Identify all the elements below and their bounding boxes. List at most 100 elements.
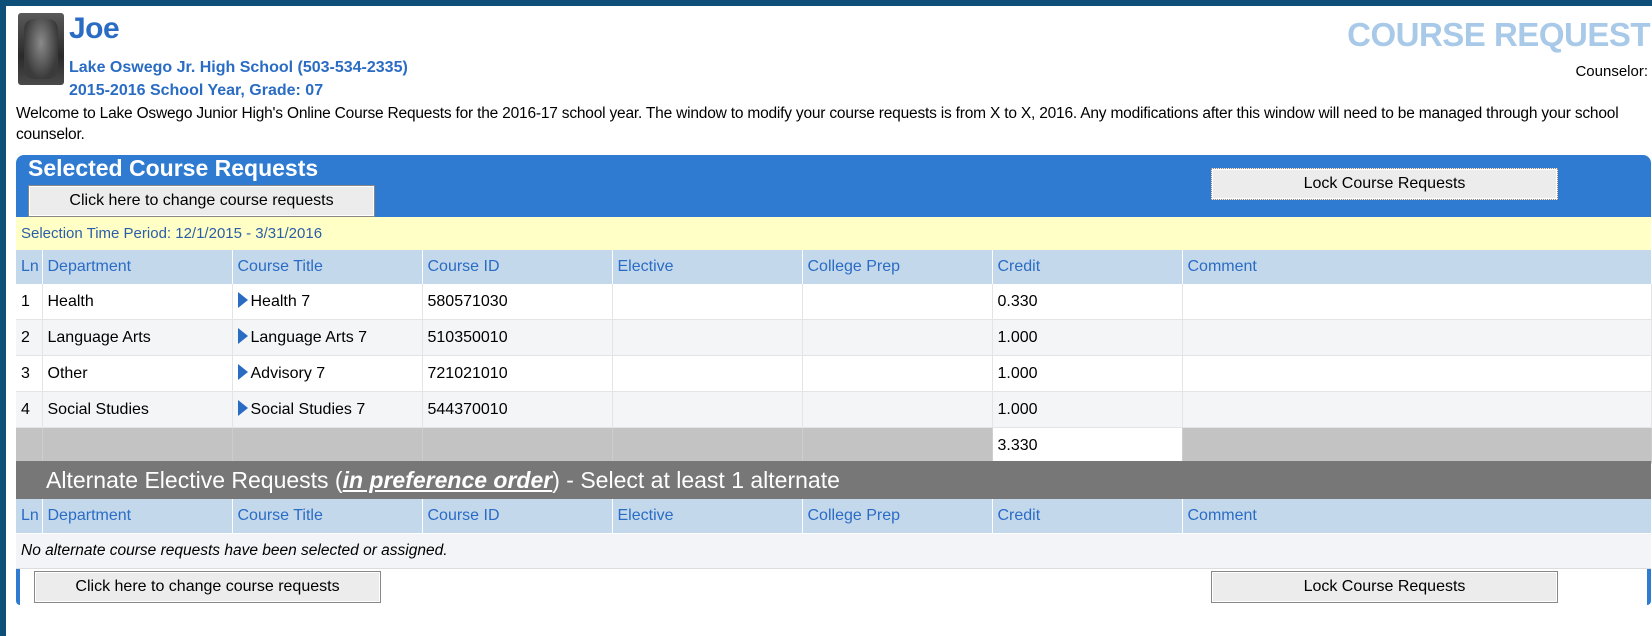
cell-credit: 1.000 — [992, 391, 1183, 428]
panel-header: Selected Course Requests Click here to c… — [16, 155, 1651, 217]
student-name: Joe — [69, 12, 120, 45]
table-row: 2 Language Arts Language Arts 7 51035001… — [16, 319, 1652, 356]
total-cell-empty — [42, 427, 233, 464]
expand-arrow-icon[interactable] — [237, 400, 248, 416]
page-frame: Joe Lake Oswego Jr. High School (503-534… — [6, 6, 1652, 636]
cell-college-prep — [802, 355, 993, 392]
cell-course-title[interactable]: Advisory 7 — [232, 355, 423, 392]
col-header-college-prep[interactable]: College Prep — [802, 499, 993, 533]
total-cell-empty — [1182, 427, 1652, 464]
col-header-ln[interactable]: Ln — [16, 250, 43, 284]
cell-ln: 3 — [16, 355, 43, 392]
total-cell-empty — [422, 427, 613, 464]
cell-course-id: 544370010 — [422, 391, 613, 428]
total-cell-empty — [16, 427, 43, 464]
lock-course-requests-button-bottom[interactable]: Lock Course Requests — [1211, 571, 1558, 603]
cell-elective — [612, 391, 803, 428]
empty-message-text: No alternate course requests have been s… — [21, 542, 448, 559]
student-photo — [18, 13, 64, 85]
lock-course-requests-button[interactable]: Lock Course Requests — [1211, 168, 1558, 200]
cell-department: Health — [42, 284, 233, 320]
cell-college-prep — [802, 284, 993, 320]
course-title-text[interactable]: Language Arts 7 — [251, 329, 368, 346]
cell-department: Language Arts — [42, 319, 233, 356]
panel-title: Selected Course Requests — [28, 155, 319, 181]
cell-elective — [612, 355, 803, 392]
change-course-requests-button[interactable]: Click here to change course requests — [28, 185, 375, 217]
table-row: 1 Health Health 7 580571030 0.330 — [16, 284, 1652, 320]
cell-course-title[interactable]: Social Studies 7 — [232, 391, 423, 428]
cell-credit: 1.000 — [992, 355, 1183, 392]
page-title: COURSE REQUEST — [1347, 16, 1650, 53]
panel-edge-left — [16, 569, 20, 605]
expand-arrow-icon[interactable] — [237, 364, 248, 380]
total-cell-empty — [232, 427, 423, 464]
cell-ln: 4 — [16, 391, 43, 428]
expand-arrow-icon[interactable] — [237, 292, 248, 308]
col-header-course-id[interactable]: Course ID — [422, 499, 613, 533]
cell-elective — [612, 284, 803, 320]
selection-period-bar: Selection Time Period: 12/1/2015 - 3/31/… — [16, 217, 1651, 251]
col-header-elective[interactable]: Elective — [612, 499, 803, 533]
expand-arrow-icon[interactable] — [237, 328, 248, 344]
school-year-grade: 2015-2016 School Year, Grade: 07 — [69, 82, 324, 99]
course-title-text[interactable]: Health 7 — [251, 293, 311, 310]
cell-course-title[interactable]: Language Arts 7 — [232, 319, 423, 356]
col-header-course-title[interactable]: Course Title — [232, 499, 423, 533]
selected-course-requests-panel: Selected Course Requests Click here to c… — [16, 155, 1652, 636]
course-title-text[interactable]: Advisory 7 — [251, 365, 326, 382]
cell-college-prep — [802, 319, 993, 356]
student-photo-silhouette — [24, 19, 58, 79]
school-info: Lake Oswego Jr. High School (503-534-233… — [69, 59, 408, 76]
col-header-comment[interactable]: Comment — [1182, 499, 1652, 533]
col-header-course-id[interactable]: Course ID — [422, 250, 613, 284]
change-course-requests-button-bottom[interactable]: Click here to change course requests — [34, 571, 381, 603]
cell-department: Other — [42, 355, 233, 392]
table-row: 3 Other Advisory 7 721021010 1.000 — [16, 355, 1652, 392]
col-header-department[interactable]: Department — [42, 250, 233, 284]
col-header-ln[interactable]: Ln — [16, 499, 43, 533]
total-cell-empty — [612, 427, 803, 464]
panel-edge-right — [1647, 569, 1651, 605]
total-row: 3.330 — [16, 427, 1652, 464]
total-cell-empty — [802, 427, 993, 464]
cell-course-title[interactable]: Health 7 — [232, 284, 423, 320]
col-header-comment[interactable]: Comment — [1182, 250, 1652, 284]
table-row: 4 Social Studies Social Studies 7 544370… — [16, 391, 1652, 428]
no-alternates-message: No alternate course requests have been s… — [16, 534, 1651, 569]
cell-department: Social Studies — [42, 391, 233, 428]
col-header-department[interactable]: Department — [42, 499, 233, 533]
table-header-row: Ln Department Course Title Course ID Ele… — [16, 250, 1652, 284]
cell-credit: 1.000 — [992, 319, 1183, 356]
col-header-course-title[interactable]: Course Title — [232, 250, 423, 284]
cell-course-id: 510350010 — [422, 319, 613, 356]
table-header-row: Ln Department Course Title Course ID Ele… — [16, 499, 1652, 533]
total-credit: 3.330 — [992, 427, 1183, 464]
cell-ln: 1 — [16, 284, 43, 320]
selected-requests-table: Ln Department Course Title Course ID Ele… — [16, 250, 1652, 464]
course-title-text[interactable]: Social Studies 7 — [251, 401, 366, 418]
welcome-message: Welcome to Lake Oswego Junior High's Onl… — [16, 105, 1619, 143]
cell-comment — [1182, 391, 1652, 428]
counselor-label: Counselor: — [1575, 63, 1648, 80]
alternate-title-suffix: ) - Select at least 1 alternate — [552, 467, 840, 493]
cell-comment — [1182, 284, 1652, 320]
alternate-title-emphasis: in preference order — [342, 467, 553, 493]
selection-period-text: Selection Time Period: 12/1/2015 - 3/31/… — [21, 225, 323, 242]
col-header-credit[interactable]: Credit — [992, 250, 1183, 284]
col-header-credit[interactable]: Credit — [992, 499, 1183, 533]
bottom-button-bar: Click here to change course requests Loc… — [16, 569, 1651, 605]
alternate-title-prefix: Alternate Elective Requests ( — [46, 467, 343, 493]
alternate-requests-header: Alternate Elective Requests (in preferen… — [16, 461, 1651, 499]
col-header-college-prep[interactable]: College Prep — [802, 250, 993, 284]
cell-comment — [1182, 355, 1652, 392]
cell-college-prep — [802, 391, 993, 428]
cell-comment — [1182, 319, 1652, 356]
alternate-requests-table: Ln Department Course Title Course ID Ele… — [16, 499, 1652, 533]
cell-elective — [612, 319, 803, 356]
cell-course-id: 721021010 — [422, 355, 613, 392]
cell-course-id: 580571030 — [422, 284, 613, 320]
cell-ln: 2 — [16, 319, 43, 356]
cell-credit: 0.330 — [992, 284, 1183, 320]
col-header-elective[interactable]: Elective — [612, 250, 803, 284]
